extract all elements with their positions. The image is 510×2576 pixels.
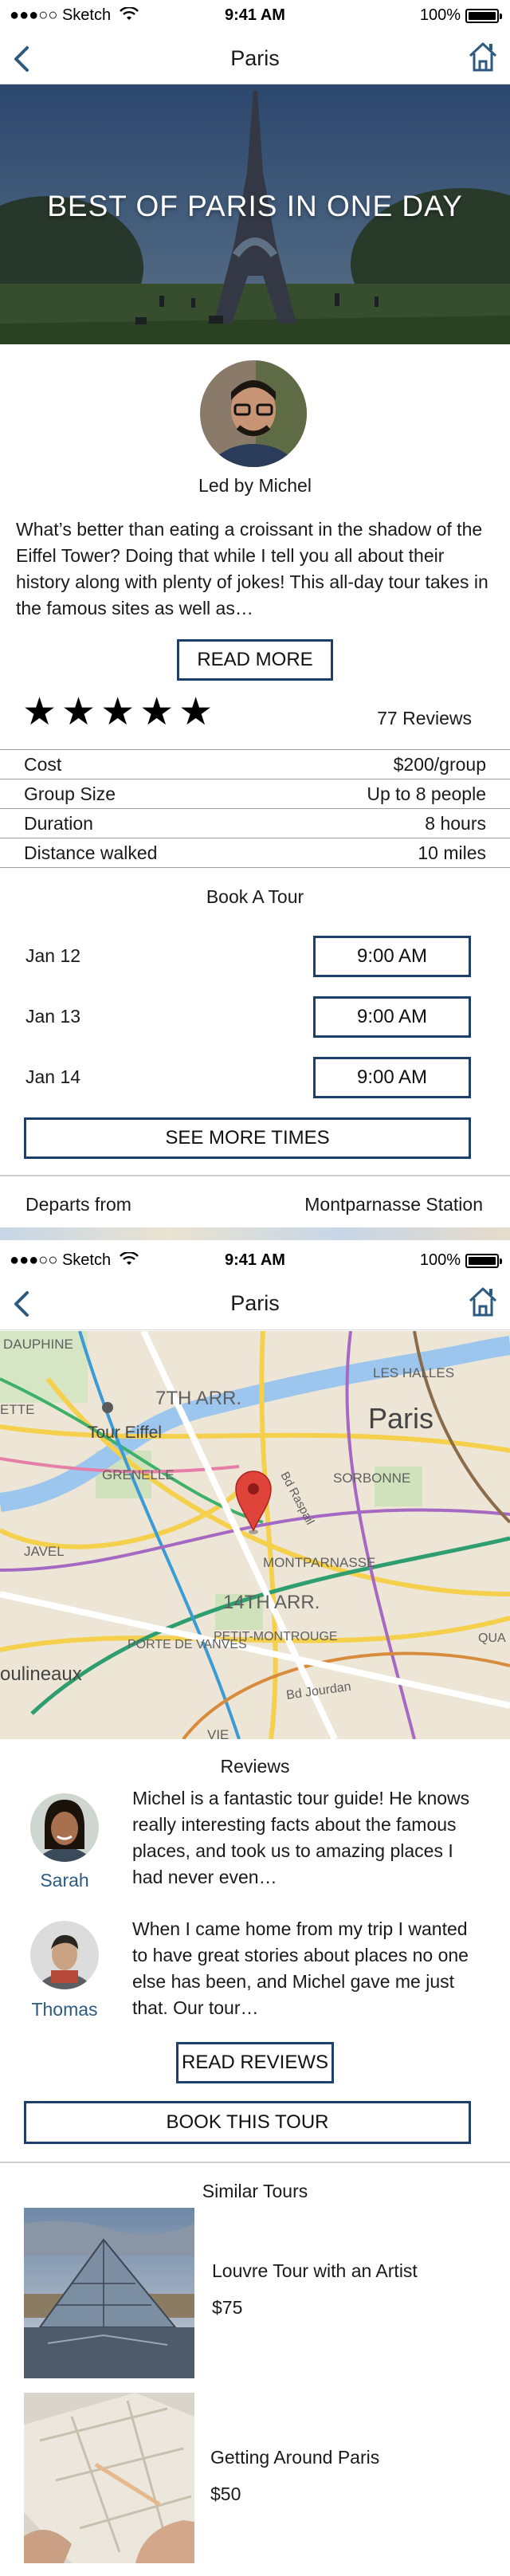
tour-thumbnail[interactable]: [24, 2393, 194, 2563]
divider: [0, 749, 510, 750]
map-label: 14TH ARR.: [223, 1592, 320, 1613]
time-slot-button[interactable]: 9:00 AM: [313, 1057, 471, 1098]
star-icon: ★: [139, 691, 175, 733]
louvre-pyramid-photo: [24, 2208, 194, 2378]
detail-row-duration: Duration 8 hours: [24, 813, 486, 834]
tour-name[interactable]: Getting Around Paris: [210, 2447, 379, 2468]
map-label: ETTE: [0, 1402, 34, 1417]
tour-description: What’s better than eating a croissant in…: [16, 519, 488, 618]
map-view[interactable]: DAUPHINE LES HALLES 7TH ARR. Paris ETTE …: [0, 1331, 510, 1739]
map-label: QUA: [478, 1632, 506, 1645]
guide-name: Led by Michel: [198, 475, 312, 496]
time-slot-button[interactable]: 9:00 AM: [313, 996, 471, 1038]
detail-row-group-size: Group Size Up to 8 people: [24, 783, 486, 805]
tour-name[interactable]: Louvre Tour with an Artist: [212, 2260, 418, 2282]
rating-stars: ★ ★ ★ ★ ★: [22, 693, 213, 732]
detail-label: Group Size: [24, 783, 116, 804]
hero-banner: BEST OF PARIS IN ONE DAY: [0, 84, 510, 344]
map-label: PETIT-MONTROUGE: [214, 1630, 338, 1643]
nav-title: Paris: [230, 1291, 280, 1315]
time-slot-button[interactable]: 9:00 AM: [313, 936, 471, 977]
detail-value: 10 miles: [418, 842, 486, 863]
star-icon: ★: [61, 691, 96, 733]
departs-row: Departs from Montparnasse Station: [26, 1194, 483, 1215]
divider: [0, 2162, 510, 2163]
book-this-tour-button[interactable]: BOOK THIS TOUR: [24, 2101, 471, 2144]
review-text: When I came home from my trip I wanted t…: [132, 1918, 469, 2018]
departs-label: Departs from: [26, 1194, 131, 1215]
home-icon[interactable]: [467, 1285, 499, 1320]
status-bar: ●●●○○ Sketch 9:41 AM 100%: [0, 0, 510, 32]
home-icon[interactable]: [467, 40, 499, 75]
map-label: Tour Eiffel: [88, 1423, 162, 1442]
battery-icon: [465, 8, 502, 23]
tour-thumbnail[interactable]: [24, 2208, 194, 2378]
nav-divider: [0, 1329, 510, 1330]
review-count[interactable]: 77 Reviews: [377, 708, 472, 729]
battery-icon: [465, 1253, 502, 1268]
tour-price: $75: [212, 2297, 243, 2318]
booking-date: Jan 14: [26, 1066, 81, 1087]
map-label: JAVEL: [24, 1544, 65, 1559]
detail-row-cost: Cost $200/group: [24, 754, 486, 776]
detail-label: Cost: [24, 754, 62, 775]
nav-title: Paris: [230, 46, 280, 70]
similar-tours-heading: Similar Tours: [202, 2181, 308, 2201]
map-label: VIE: [207, 1727, 229, 1739]
detail-value: 8 hours: [425, 813, 486, 834]
booking-date: Jan 12: [26, 945, 81, 966]
divider: [0, 1175, 510, 1176]
detail-value: Up to 8 people: [367, 783, 486, 804]
reviewer-name[interactable]: Sarah: [21, 1870, 108, 1891]
map-label: MONTPARNASSE: [263, 1555, 375, 1570]
map-label: SORBONNE: [333, 1471, 410, 1486]
map-peek: [0, 1227, 510, 1240]
booking-date: Jan 13: [26, 1006, 81, 1027]
map-label: DAUPHINE: [3, 1337, 73, 1352]
map-in-hand-photo: [24, 2393, 194, 2563]
map-canvas[interactable]: DAUPHINE LES HALLES 7TH ARR. Paris ETTE …: [0, 1331, 510, 1739]
read-more-button[interactable]: READ MORE: [177, 639, 333, 681]
detail-label: Duration: [24, 813, 93, 834]
reviewer-name[interactable]: Thomas: [21, 1999, 108, 2020]
departs-value: Montparnasse Station: [304, 1194, 483, 1215]
battery-percent: 100%: [419, 6, 461, 24]
hero-title: BEST OF PARIS IN ONE DAY: [47, 190, 463, 222]
detail-row-distance: Distance walked 10 miles: [24, 842, 486, 864]
battery-percent: 100%: [419, 1251, 461, 1269]
guide-avatar: [200, 360, 307, 467]
book-tour-heading: Book A Tour: [206, 886, 304, 907]
star-icon: ★: [22, 691, 57, 733]
divider: [0, 867, 510, 868]
nav-bar: Paris: [0, 32, 510, 84]
divider: [0, 808, 510, 809]
detail-label: Distance walked: [24, 842, 158, 863]
star-icon: ★: [178, 691, 214, 733]
status-bar: ●●●○○ Sketch 9:41 AM 100%: [0, 1245, 510, 1277]
nav-bar: Paris: [0, 1277, 510, 1329]
reviews-heading: Reviews: [220, 1756, 290, 1777]
reviewer-avatar: [30, 1921, 99, 1989]
see-more-times-button[interactable]: SEE MORE TIMES: [24, 1117, 471, 1159]
star-icon: ★: [100, 691, 135, 733]
detail-value: $200/group: [393, 754, 486, 775]
review-text: Michel is a fantastic tour guide! He kno…: [132, 1788, 470, 1887]
map-label: oulineaux: [0, 1663, 82, 1685]
tour-price: $50: [210, 2484, 241, 2504]
map-label: LES HALLES: [373, 1365, 454, 1380]
battery-status: 100%: [419, 1251, 502, 1270]
battery-status: 100%: [419, 6, 502, 25]
map-label: Paris: [368, 1402, 434, 1435]
map-label: 7TH ARR.: [155, 1388, 241, 1409]
reviewer-avatar: [30, 1793, 99, 1862]
read-reviews-button[interactable]: READ REVIEWS: [176, 2042, 334, 2083]
map-label: GRENELLE: [102, 1467, 175, 1482]
